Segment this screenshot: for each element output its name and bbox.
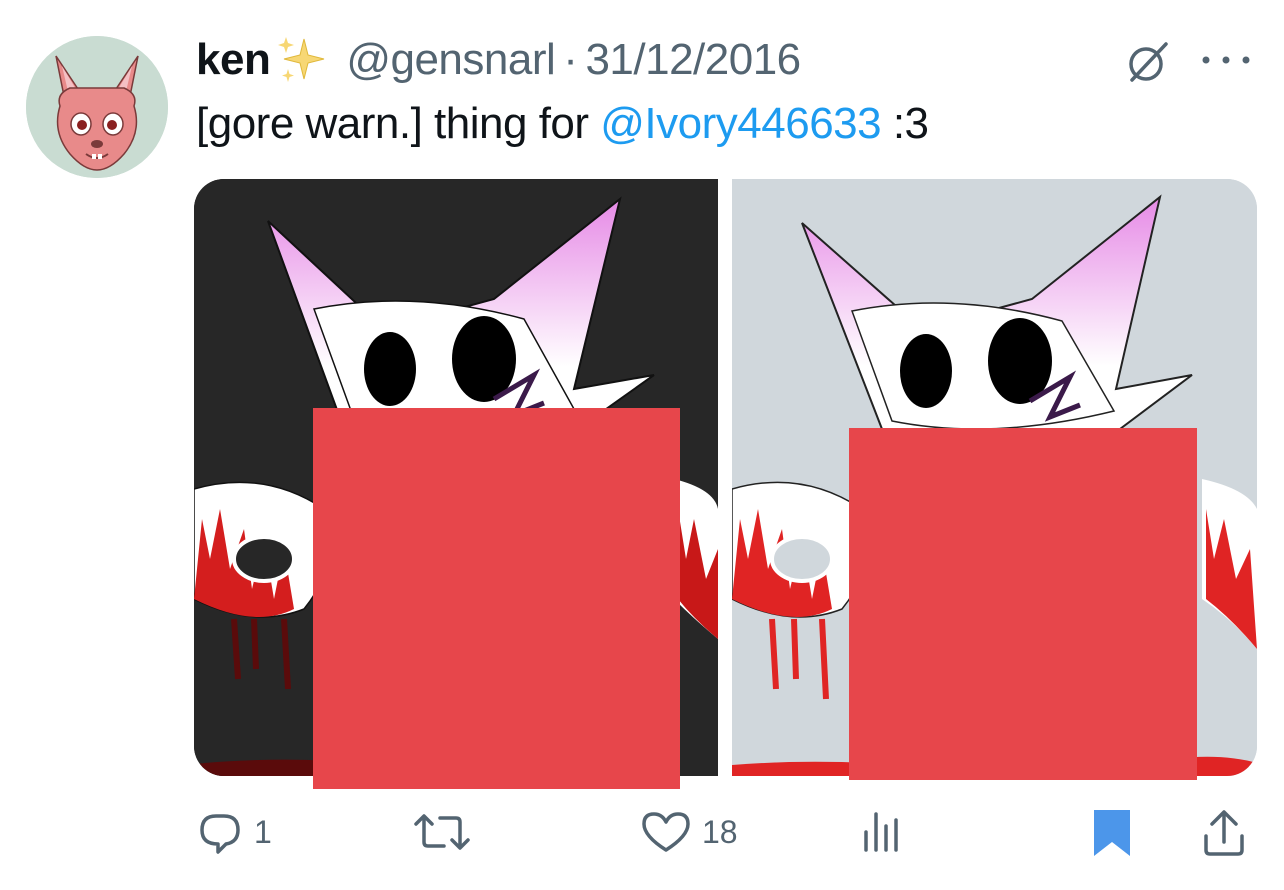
author-handle[interactable]: @gensnarl: [346, 35, 555, 85]
retweet-button[interactable]: [410, 800, 484, 864]
tweet-text-suffix: :3: [881, 99, 929, 148]
more-icon[interactable]: [1196, 48, 1256, 72]
action-bar: 1 18: [0, 800, 1284, 864]
fox-avatar-icon: [26, 36, 168, 178]
avatar[interactable]: [26, 36, 168, 178]
bookmark-icon: [1094, 810, 1130, 856]
censor-block-left: [313, 408, 680, 789]
author-name[interactable]: ken: [196, 35, 271, 85]
sparkles-icon: [274, 33, 328, 87]
mention-link[interactable]: @Ivory446633: [600, 99, 881, 148]
views-button[interactable]: [858, 800, 906, 864]
grok-icon[interactable]: [1124, 38, 1172, 86]
analytics-icon: [864, 812, 898, 852]
like-count: 18: [702, 813, 738, 850]
share-button[interactable]: [1200, 800, 1248, 864]
reply-icon: [200, 814, 240, 854]
like-button[interactable]: 18: [640, 800, 738, 864]
tweet-text-prefix: [gore warn.] thing for: [196, 99, 601, 148]
retweet-icon: [414, 814, 470, 850]
heart-icon: [642, 812, 690, 852]
censor-block-right: [849, 428, 1197, 780]
tweet-date[interactable]: 31/12/2016: [585, 35, 801, 85]
separator-dot: ·: [563, 35, 578, 84]
bookmark-button[interactable]: [1088, 800, 1136, 864]
share-icon: [1204, 810, 1244, 856]
reply-count: 1: [254, 813, 272, 850]
tweet-header: ken @gensnarl · 31/12/2016: [196, 30, 801, 90]
tweet-text: [gore warn.] thing for @Ivory446633 :3: [196, 96, 929, 152]
reply-button[interactable]: 1: [196, 800, 272, 864]
